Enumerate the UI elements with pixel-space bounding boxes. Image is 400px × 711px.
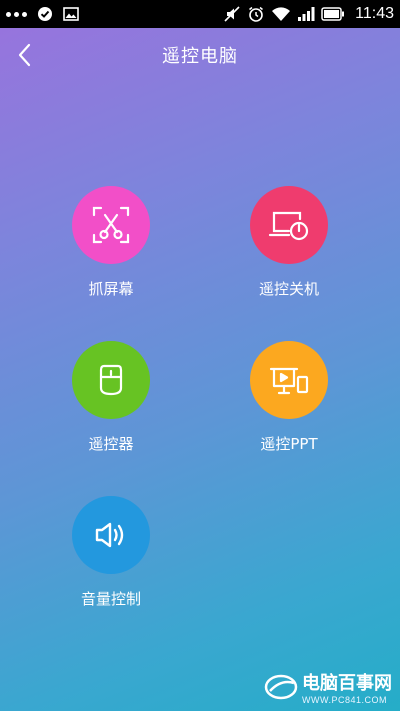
presentation-icon bbox=[269, 367, 309, 395]
speaker-icon bbox=[95, 522, 124, 548]
status-bar: 11:43 bbox=[0, 0, 400, 28]
feature-volume[interactable]: 音量控制 bbox=[51, 496, 171, 609]
more-dots-icon bbox=[6, 11, 27, 17]
feature-ppt-circle[interactable] bbox=[250, 341, 328, 419]
status-time: 11:43 bbox=[355, 5, 394, 22]
watermark: 电脑百事网 WWW.PC841.COM bbox=[264, 669, 392, 705]
feature-volume-label: 音量控制 bbox=[80, 590, 141, 608]
feature-remote-circle[interactable] bbox=[72, 341, 150, 419]
feature-screenshot-label: 抓屏幕 bbox=[88, 280, 134, 298]
feature-ppt-label: 遥控PPT bbox=[260, 435, 318, 453]
check-circle-icon bbox=[38, 7, 52, 21]
wifi-icon bbox=[272, 7, 291, 21]
app-header: 遥控电脑 bbox=[0, 28, 400, 82]
feature-shutdown-label: 遥控关机 bbox=[258, 280, 319, 298]
feature-shutdown-circle[interactable] bbox=[250, 186, 328, 264]
feature-remote-label: 遥控器 bbox=[88, 435, 134, 453]
feature-screenshot-circle[interactable] bbox=[72, 186, 150, 264]
watermark-text: 电脑百事网 bbox=[302, 673, 392, 694]
feature-ppt[interactable]: 遥控PPT bbox=[229, 341, 349, 454]
page-title: 遥控电脑 bbox=[162, 46, 238, 67]
screenshot-scissors-icon bbox=[92, 206, 130, 244]
mute-icon bbox=[224, 6, 240, 22]
laptop-power-icon bbox=[268, 211, 309, 241]
feature-shutdown[interactable]: 遥控关机 bbox=[229, 186, 349, 299]
battery-icon bbox=[321, 7, 345, 21]
signal-icon bbox=[298, 7, 315, 21]
alarm-icon bbox=[249, 6, 264, 22]
watermark-url: WWW.PC841.COM bbox=[302, 695, 388, 705]
feature-screenshot[interactable]: 抓屏幕 bbox=[51, 186, 171, 299]
feature-volume-circle[interactable] bbox=[72, 496, 150, 574]
feature-remote[interactable]: 遥控器 bbox=[51, 341, 171, 454]
mouse-icon bbox=[99, 364, 123, 396]
watermark-logo-icon bbox=[264, 674, 298, 700]
image-icon bbox=[63, 7, 79, 21]
